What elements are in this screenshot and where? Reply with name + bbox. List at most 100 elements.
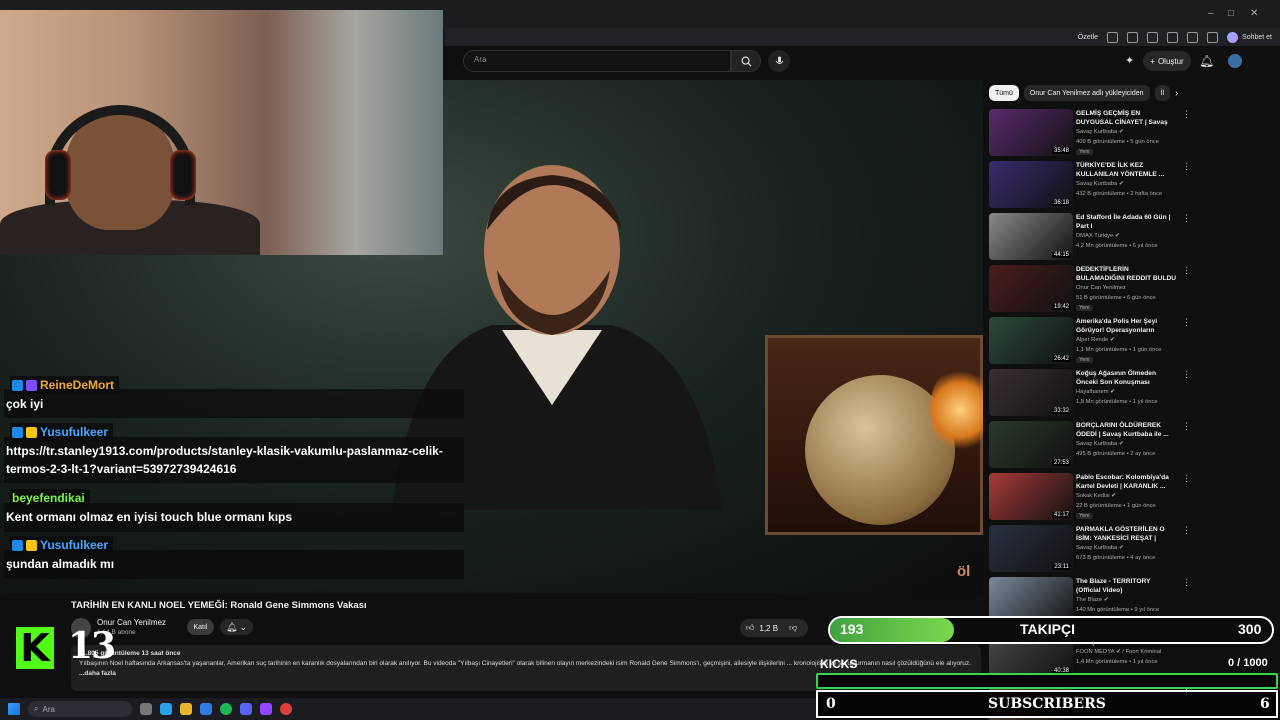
recommendation-title[interactable]: Koğuş Ağasının Ölmeden Önceki Son Konuşm… [1076, 369, 1176, 387]
recommendation-meta: 409 B görüntüleme • 5 gün önce [1076, 139, 1159, 145]
like-button[interactable]: 👍︎ 1,2 B 👎︎ [740, 619, 808, 637]
copilot-chat-button[interactable]: Sohbet et [1227, 31, 1272, 43]
more-options-icon[interactable]: ⋮ [1182, 109, 1191, 120]
twitch-icon[interactable] [260, 703, 272, 715]
more-options-icon[interactable]: ⋮ [1182, 265, 1191, 276]
chip-all[interactable]: Tümü [989, 85, 1019, 101]
windows-start-icon[interactable] [8, 703, 20, 715]
chat-username-text: beyefendikai [12, 491, 85, 505]
chat-message-line[interactable]: termos-2-3-lt-1?variant=53972739424616 [6, 460, 236, 478]
recommendation-channel[interactable]: Onur Can Yenilmez [1076, 285, 1126, 291]
more-options-icon[interactable]: ⋮ [1182, 317, 1191, 328]
chip-related[interactable]: İl [1154, 85, 1171, 101]
chat-message-line[interactable]: https://tr.stanley1913.com/products/stan… [6, 442, 443, 460]
search-button[interactable] [731, 50, 761, 72]
recommendation-title[interactable]: PARMAKLA GÖSTERİLEN O İSİM: YANKESİCİ RE… [1076, 525, 1176, 543]
recommendation-title[interactable]: The Blaze - TERRITORY (Official Video) [1076, 577, 1176, 595]
recommendation-meta: 1,8 Mn görüntüleme • 1 yıl önce [1076, 399, 1158, 405]
kick-viewer-count: 13 [68, 625, 116, 667]
recommendation-item[interactable]: 33:32 Koğuş Ağasının Ölmeden Önceki Son K… [989, 369, 1279, 421]
profile-icon[interactable] [1207, 31, 1219, 43]
recommendation-thumbnail[interactable]: 41:17 [989, 473, 1073, 520]
more-options-icon[interactable]: ⋮ [1182, 473, 1191, 484]
recommendation-title[interactable]: Amerika'da Polis Her Şeyi Görüyor! Opera… [1076, 317, 1176, 335]
recommendation-meta: 673 B görüntüleme • 4 ay önce [1076, 555, 1156, 561]
extension-icon[interactable] [1107, 31, 1119, 43]
spotify-icon[interactable] [220, 703, 232, 715]
plus-icon: + [1150, 56, 1155, 66]
chip-from-uploader[interactable]: Onur Can Yenilmez adlı yükleyiciden [1023, 85, 1150, 101]
webcam-headset-ear-right [170, 150, 196, 200]
recommendation-thumbnail[interactable]: 35:48 [989, 109, 1073, 156]
window-maximize-button[interactable]: □ [1228, 8, 1234, 19]
follower-goal-widget: 193 TAKIPÇI 300 [828, 616, 1274, 644]
cast-icon[interactable]: ✦ [1125, 54, 1139, 68]
recommendation-item[interactable]: 44:15 Ed Stafford İle Adada 60 Gün | Part… [989, 213, 1279, 265]
more-options-icon[interactable]: ⋮ [1182, 161, 1191, 172]
obs-icon[interactable] [280, 703, 292, 715]
recommendation-thumbnail[interactable]: 19:42 [989, 265, 1073, 312]
join-button[interactable]: Katıl [187, 619, 214, 635]
recommendation-channel[interactable]: Savaş Kurtbaba ✔ [1076, 545, 1124, 551]
taskbar-search[interactable]: ⌕ Ara [28, 701, 132, 717]
copilot-icon [1227, 31, 1239, 43]
recommendation-channel[interactable]: The Blaze ✔ [1076, 597, 1109, 603]
user-avatar[interactable] [1228, 54, 1242, 68]
search-input[interactable]: Ara [463, 50, 731, 72]
recommendation-item[interactable]: 19:42 DEDEKTİFLERİN BULAMADIĞINI REDDIT B… [989, 265, 1279, 317]
task-view-icon[interactable] [140, 703, 152, 715]
recommendation-title[interactable]: GELMİŞ GEÇMİŞ EN DUYGUSAL CİNAYET | Sava… [1076, 109, 1176, 127]
edge-icon[interactable] [160, 703, 172, 715]
recommendation-item[interactable]: 23:11 PARMAKLA GÖSTERİLEN O İSİM: YANKESİ… [989, 525, 1279, 577]
recommendation-thumbnail[interactable]: 27:53 [989, 421, 1073, 468]
window-close-button[interactable]: ✕ [1250, 8, 1258, 19]
recommendation-thumbnail[interactable]: 36:18 [989, 161, 1073, 208]
window-minimize-button[interactable]: – [1208, 8, 1214, 19]
file-explorer-icon[interactable] [180, 703, 192, 715]
recommendation-item[interactable]: 35:48 GELMİŞ GEÇMİŞ EN DUYGUSAL CİNAYET |… [989, 109, 1279, 161]
recommendation-thumbnail[interactable]: 33:32 [989, 369, 1073, 416]
more-options-icon[interactable]: ⋮ [1182, 213, 1191, 224]
collections-icon[interactable] [1187, 31, 1199, 43]
copilot-chat-label: Sohbet et [1242, 33, 1272, 41]
recommendation-item[interactable]: 41:17 Pablo Escobar: Kolombiya'da Kartel … [989, 473, 1279, 525]
recommendation-item[interactable]: 36:18 TÜRKİYE'DE İLK KEZ KULLANILAN YÖNTE… [989, 161, 1279, 213]
recommendation-channel[interactable]: Sokak Kedisi ✔ [1076, 493, 1116, 499]
create-button[interactable]: + Oluştur [1143, 51, 1191, 71]
favorites-icon[interactable] [1167, 31, 1179, 43]
discord-icon[interactable] [240, 703, 252, 715]
new-badge: Yeni [1076, 357, 1093, 363]
recommendation-title[interactable]: BORÇLARINI ÖLDÜREREK ÖDEDİ | Savaş Kurtb… [1076, 421, 1176, 439]
recommendation-title[interactable]: TÜRKİYE'DE İLK KEZ KULLANILAN YÖNTEMLE .… [1076, 161, 1176, 179]
store-icon[interactable] [200, 703, 212, 715]
recommendation-thumbnail[interactable]: 23:11 [989, 525, 1073, 572]
recommendation-thumbnail[interactable]: 26:42 [989, 317, 1073, 364]
recommendation-thumbnail[interactable]: 44:15 [989, 213, 1073, 260]
recommendation-channel[interactable]: Hayalhanem ✔ [1076, 389, 1115, 395]
summarize-button[interactable]: Özetle [1078, 34, 1098, 41]
more-options-icon[interactable]: ⋮ [1182, 421, 1191, 432]
search-icon [741, 56, 752, 67]
recommendation-channel[interactable]: Savaş Kurtbaba ✔ [1076, 181, 1124, 187]
recommendation-channel[interactable]: Savaş Kurtbaba ✔ [1076, 129, 1124, 135]
voice-search-button[interactable] [768, 50, 790, 72]
chevron-right-icon[interactable]: › [1175, 88, 1178, 99]
more-options-icon[interactable]: ⋮ [1182, 525, 1191, 536]
recommendation-channel[interactable]: Alper Rende ✔ [1076, 337, 1115, 343]
star-icon[interactable] [1127, 31, 1139, 43]
recommendation-item[interactable]: 27:53 BORÇLARINI ÖLDÜREREK ÖDEDİ | Savaş … [989, 421, 1279, 473]
recommendation-item[interactable]: 26:42 Amerika'da Polis Her Şeyi Görüyor! … [989, 317, 1279, 369]
recommendation-title[interactable]: DEDEKTİFLERİN BULAMADIĞINI REDDIT BULDU … [1076, 265, 1176, 283]
notifications-bell-icon[interactable]: 🔔︎ [1199, 54, 1214, 68]
recommendation-title[interactable]: Ed Stafford İle Adada 60 Gün | Part I [1076, 213, 1176, 231]
thumbs-down-icon[interactable]: 👎︎ [789, 623, 797, 633]
more-options-icon[interactable]: ⋮ [1182, 577, 1191, 588]
recommendation-channel[interactable]: Savaş Kurtbaba ✔ [1076, 441, 1124, 447]
subscribe-notification-button[interactable]: 🔔︎ ⌄ [220, 619, 253, 635]
puzzle-icon[interactable] [1147, 31, 1159, 43]
recommendation-channel[interactable]: FOON MEDYA ✔ / Foon Kriminal [1076, 649, 1161, 655]
recommendation-channel[interactable]: DMAX Türkiye ✔ [1076, 233, 1120, 239]
recommendation-title[interactable]: Pablo Escobar: Kolombiya'da Kartel Devle… [1076, 473, 1176, 491]
more-options-icon[interactable]: ⋮ [1182, 369, 1191, 380]
chat-badge-icon [12, 426, 23, 438]
